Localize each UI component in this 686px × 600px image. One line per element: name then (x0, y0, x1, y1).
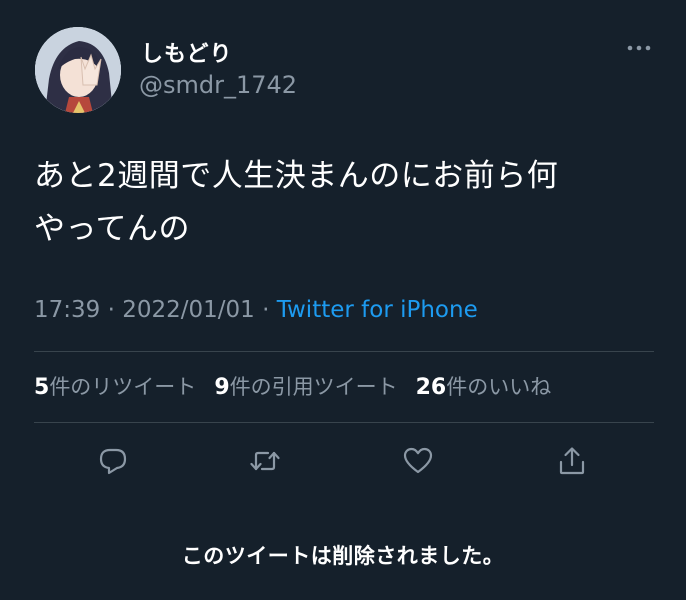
user-handle[interactable]: @smdr_1742 (139, 71, 297, 99)
likes-count: 26 (415, 375, 447, 400)
heart-icon (403, 447, 433, 474)
deleted-notice: このツイートは削除されました。 (181, 544, 505, 568)
likes-label: 件のいいね (446, 375, 552, 399)
anime-character-avatar-icon (35, 27, 121, 113)
likes-stat[interactable]: 26件のいいね (416, 371, 552, 401)
more-options-icon[interactable] (626, 38, 652, 58)
share-button[interactable] (556, 445, 588, 477)
divider (34, 351, 654, 352)
quotes-count: 9 (214, 375, 230, 400)
divider (34, 422, 654, 423)
retweets-label: 件のリツイート (49, 375, 197, 399)
retweet-button[interactable] (249, 445, 281, 477)
display-name[interactable]: しもどり (141, 36, 233, 68)
tweet-source-link[interactable]: Twitter for iPhone (277, 297, 478, 323)
retweet-icon (250, 451, 280, 471)
quotes-stat[interactable]: 9件の引用ツイート (214, 371, 397, 401)
tweet-detail: しもどり @smdr_1742 あと2週間で人生決まんのにお前ら何 やってんの … (0, 0, 686, 600)
reply-icon (99, 448, 127, 475)
avatar[interactable] (35, 27, 121, 113)
retweets-stat[interactable]: 5件のリツイート (34, 371, 196, 401)
tweet-time: 17:39 (34, 297, 101, 323)
tweet-meta: 17:39 · 2022/01/01 · Twitter for iPhone (34, 297, 478, 323)
share-icon (559, 447, 585, 475)
tweet-text-line: あと2週間で人生決まんのにお前ら何 (34, 158, 559, 194)
engagement-stats: 5件のリツイート 9件の引用ツイート 26件のいいね (34, 371, 569, 401)
quotes-label: 件の引用ツイート (229, 375, 398, 399)
tweet-text: あと2週間で人生決まんのにお前ら何 やってんの (34, 150, 654, 256)
meta-separator: · (254, 297, 277, 323)
tweet-date: 2022/01/01 (122, 297, 255, 323)
reply-button[interactable] (97, 445, 129, 477)
retweets-count: 5 (34, 375, 50, 400)
tweet-text-line: やってんの (34, 211, 190, 247)
meta-separator: · (100, 297, 123, 323)
like-button[interactable] (402, 445, 434, 477)
